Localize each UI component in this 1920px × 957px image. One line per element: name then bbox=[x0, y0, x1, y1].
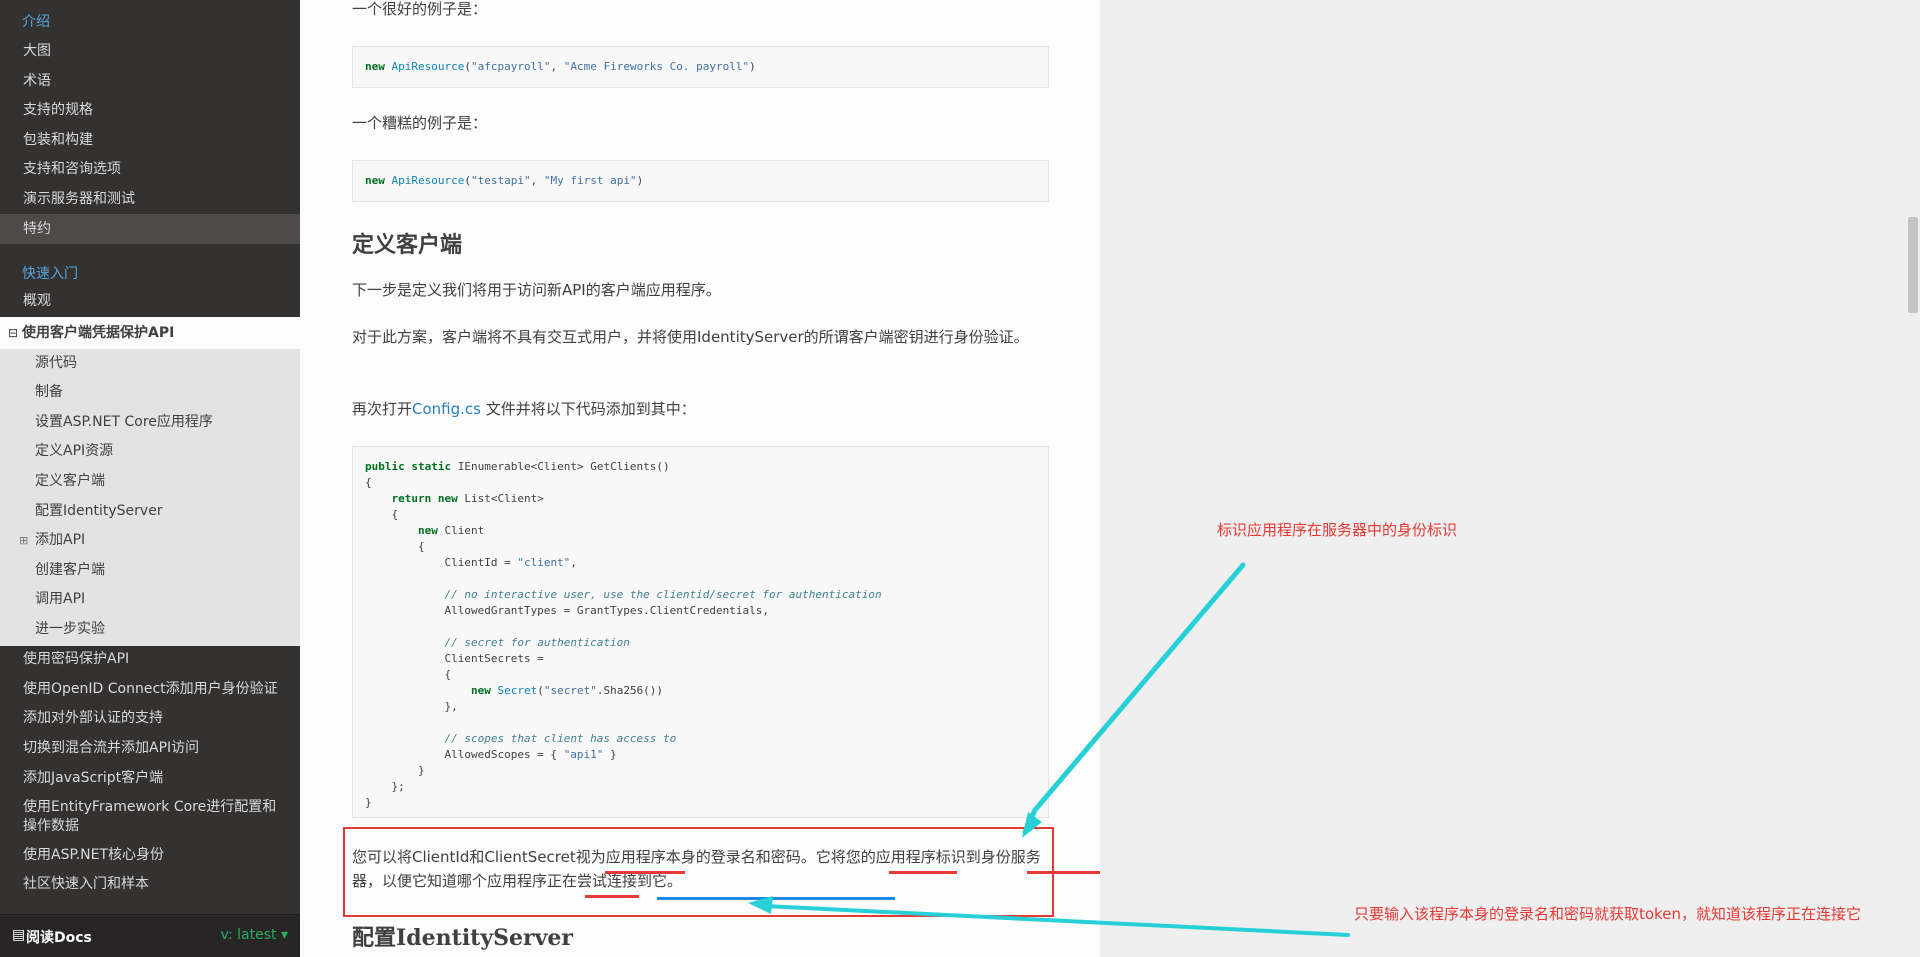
book-icon: ▤ bbox=[12, 927, 26, 943]
red-underline bbox=[889, 871, 957, 874]
code-text: new ApiResource("testapi", "My first api… bbox=[365, 174, 644, 187]
subnav-item[interactable]: 配置IdentityServer bbox=[0, 497, 300, 526]
config-cs-link[interactable]: Config.cs bbox=[412, 400, 481, 418]
annotation-bottom: 只要输入该程序本身的登录名和密码就获取token，就知道该程序正在连接它 bbox=[1354, 905, 1861, 923]
nav-current-label: 使用客户端凭据保护API bbox=[22, 325, 175, 341]
nav-item-overview[interactable]: 概观 bbox=[0, 286, 300, 316]
right-blank-area bbox=[1100, 0, 1920, 957]
paragraph: 对于此方案，客户端将不具有交互式用户，并将使用IdentityServer的所谓… bbox=[352, 328, 1029, 346]
good-example-text: 一个很好的例子是： bbox=[352, 0, 488, 18]
nav-item[interactable]: 使用ASP.NET核心身份 bbox=[0, 840, 300, 870]
subnav-item[interactable]: 源代码 bbox=[0, 349, 300, 378]
sidebar-nav: 介绍 大图 术语 支持的规格 包装和构建 支持和咨询选项 演示服务器和测试 特约… bbox=[0, 0, 300, 957]
text: 文件并将以下代码添加到其中： bbox=[480, 400, 696, 418]
nav-item[interactable]: 支持的规格 bbox=[0, 95, 300, 125]
scrollbar-thumb[interactable] bbox=[1908, 217, 1918, 313]
subnav-item[interactable]: 调用API bbox=[0, 585, 300, 614]
section-heading: 配置IdentityServer bbox=[352, 925, 573, 951]
red-underline bbox=[585, 895, 639, 898]
nav-item[interactable]: 大图 bbox=[0, 36, 300, 66]
subnav-item[interactable]: 定义客户端 bbox=[0, 467, 300, 496]
subnav-item[interactable]: 定义API资源 bbox=[0, 437, 300, 466]
red-underline bbox=[1027, 871, 1100, 874]
nav-item[interactable]: 使用EntityFramework Core进行配置和操作数据 bbox=[23, 798, 283, 836]
subnav-item[interactable]: 设置ASP.NET Core应用程序 bbox=[0, 408, 300, 437]
caret-down-icon: ▾ bbox=[280, 927, 288, 943]
nav-item[interactable]: 切换到混合流并添加API访问 bbox=[0, 733, 300, 763]
nav-item[interactable]: 演示服务器和测试 bbox=[0, 184, 300, 214]
code-text: new ApiResource("afcpayroll", "Acme Fire… bbox=[365, 60, 756, 73]
collapse-toggle-icon[interactable]: ⊟ bbox=[8, 317, 18, 349]
code-block-clients: public static IEnumerable<Client> GetCli… bbox=[352, 446, 1049, 818]
subnav-item[interactable]: 进一步实验 bbox=[0, 615, 300, 644]
readthedocs-footer[interactable]: ▤ 阅读Docs v: latest ▾ bbox=[0, 914, 300, 957]
nav-item[interactable]: 社区快速入门和样本 bbox=[0, 869, 300, 899]
expand-toggle-icon[interactable]: ⊞ bbox=[19, 526, 28, 555]
main-content: 一个很好的例子是： new ApiResource("afcpayroll", … bbox=[300, 0, 1100, 957]
nav-item[interactable]: 支持和咨询选项 bbox=[0, 154, 300, 184]
rtd-brand: 阅读Docs bbox=[26, 930, 92, 946]
version-label: v: latest bbox=[220, 927, 277, 943]
blue-underline bbox=[657, 897, 895, 900]
nav-item[interactable]: 特约 bbox=[0, 214, 300, 244]
subnav-item[interactable]: 创建客户端 bbox=[0, 556, 300, 585]
code-block-bad: new ApiResource("testapi", "My first api… bbox=[352, 160, 1049, 202]
nav-item[interactable]: 使用密码保护API bbox=[0, 644, 300, 674]
code-text: public static IEnumerable<Client> GetCli… bbox=[365, 460, 882, 809]
caption-quickstart: 快速入门 bbox=[22, 266, 78, 282]
nav-item[interactable]: 添加对外部认证的支持 bbox=[0, 703, 300, 733]
nav-item-current[interactable]: ⊟ 使用客户端凭据保护API bbox=[0, 317, 300, 349]
note-paragraph: 您可以将ClientId和ClientSecret视为应用程序本身的登录名和密码… bbox=[352, 848, 1041, 890]
nav-item[interactable]: 包装和构建 bbox=[0, 125, 300, 155]
red-underline bbox=[605, 871, 685, 874]
annotation-top: 标识应用程序在服务器中的身份标识 bbox=[1217, 521, 1458, 539]
subnav-item-label: 添加API bbox=[35, 532, 86, 548]
bad-example-text: 一个糟糕的例子是： bbox=[352, 114, 488, 132]
text: 再次打开 bbox=[352, 400, 413, 418]
version-selector[interactable]: v: latest ▾ bbox=[220, 927, 288, 943]
code-block-good: new ApiResource("afcpayroll", "Acme Fire… bbox=[352, 46, 1049, 88]
paragraph-open-config: 再次打开Config.cs 文件并将以下代码添加到其中： bbox=[352, 397, 1052, 421]
caption-intro: 介绍 bbox=[22, 14, 50, 30]
section-heading: 定义客户端 bbox=[352, 232, 463, 258]
nav-item[interactable]: 添加JavaScript客户端 bbox=[0, 763, 300, 793]
nav-item[interactable]: 使用OpenID Connect添加用户身份验证 bbox=[0, 674, 300, 704]
nav-item[interactable]: 术语 bbox=[0, 66, 300, 96]
paragraph: 下一步是定义我们将用于访问新API的客户端应用程序。 bbox=[352, 281, 721, 299]
subnav-item-add-api[interactable]: ⊞ 添加API bbox=[0, 526, 300, 555]
subnav-item[interactable]: 制备 bbox=[0, 378, 300, 407]
